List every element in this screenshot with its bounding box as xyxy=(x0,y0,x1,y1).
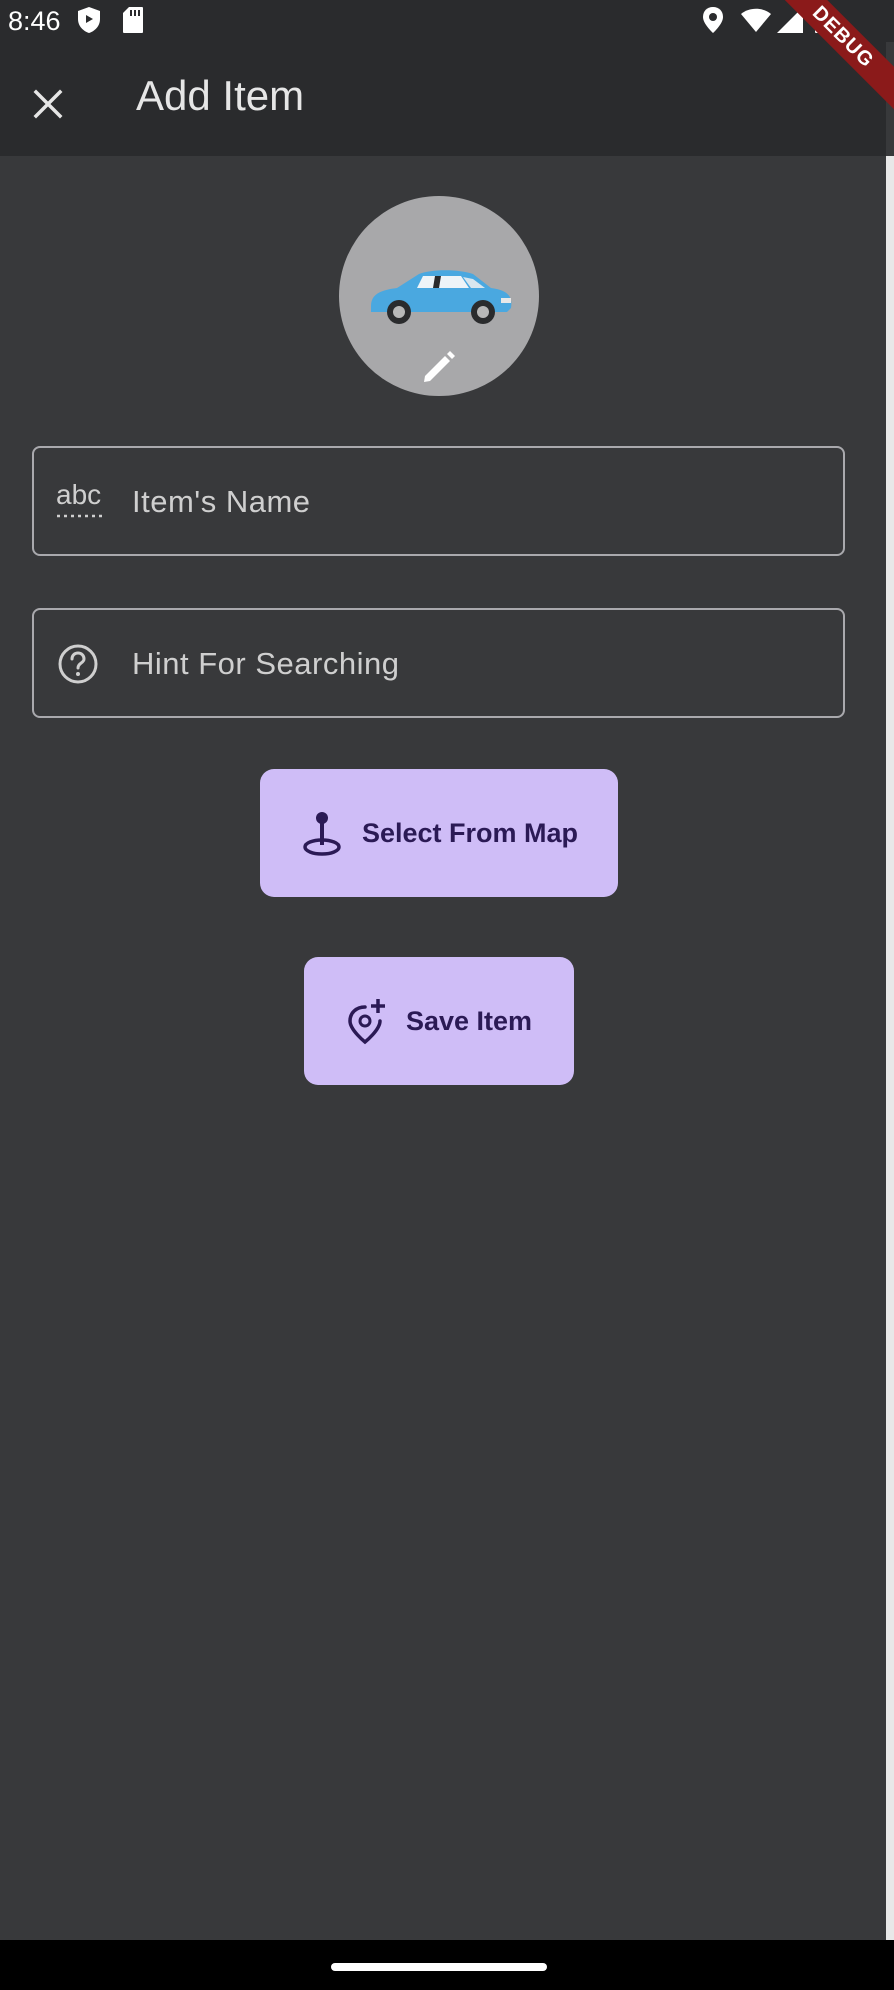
status-time: 8:46 xyxy=(8,6,61,36)
close-button[interactable] xyxy=(18,76,78,136)
pin-drop-icon xyxy=(300,809,344,857)
item-name-input[interactable] xyxy=(130,448,814,556)
debug-label: DEBUG xyxy=(774,0,894,115)
add-location-icon xyxy=(346,997,388,1045)
pencil-icon xyxy=(419,346,459,391)
svg-text:abc: abc xyxy=(56,479,101,510)
hint-field[interactable] xyxy=(32,608,845,718)
debug-banner: DEBUG xyxy=(774,0,894,120)
select-from-map-label: Select From Map xyxy=(361,817,579,848)
location-icon xyxy=(702,6,724,39)
abc-icon: abc xyxy=(54,478,106,527)
select-from-map-button[interactable]: Select From Map xyxy=(260,769,618,897)
page-title: Add Item xyxy=(136,72,305,119)
shield-icon xyxy=(76,6,102,39)
home-gesture-handle[interactable] xyxy=(331,1963,547,1971)
close-icon xyxy=(32,88,64,125)
status-bar: 8:46 xyxy=(0,0,894,42)
item-name-field[interactable]: abc xyxy=(32,446,845,556)
right-edge-divider xyxy=(886,156,894,1940)
system-nav-bar xyxy=(0,1940,894,1990)
sd-card-icon xyxy=(122,6,144,39)
car-icon xyxy=(361,266,517,331)
app-bar: Add Item xyxy=(0,42,886,156)
wifi-icon xyxy=(740,6,772,39)
item-image-picker[interactable] xyxy=(339,196,539,396)
help-circle-icon xyxy=(56,642,100,691)
save-item-button[interactable]: Save Item xyxy=(304,957,574,1085)
save-item-label: Save Item xyxy=(405,1005,533,1036)
hint-input[interactable] xyxy=(130,610,814,718)
